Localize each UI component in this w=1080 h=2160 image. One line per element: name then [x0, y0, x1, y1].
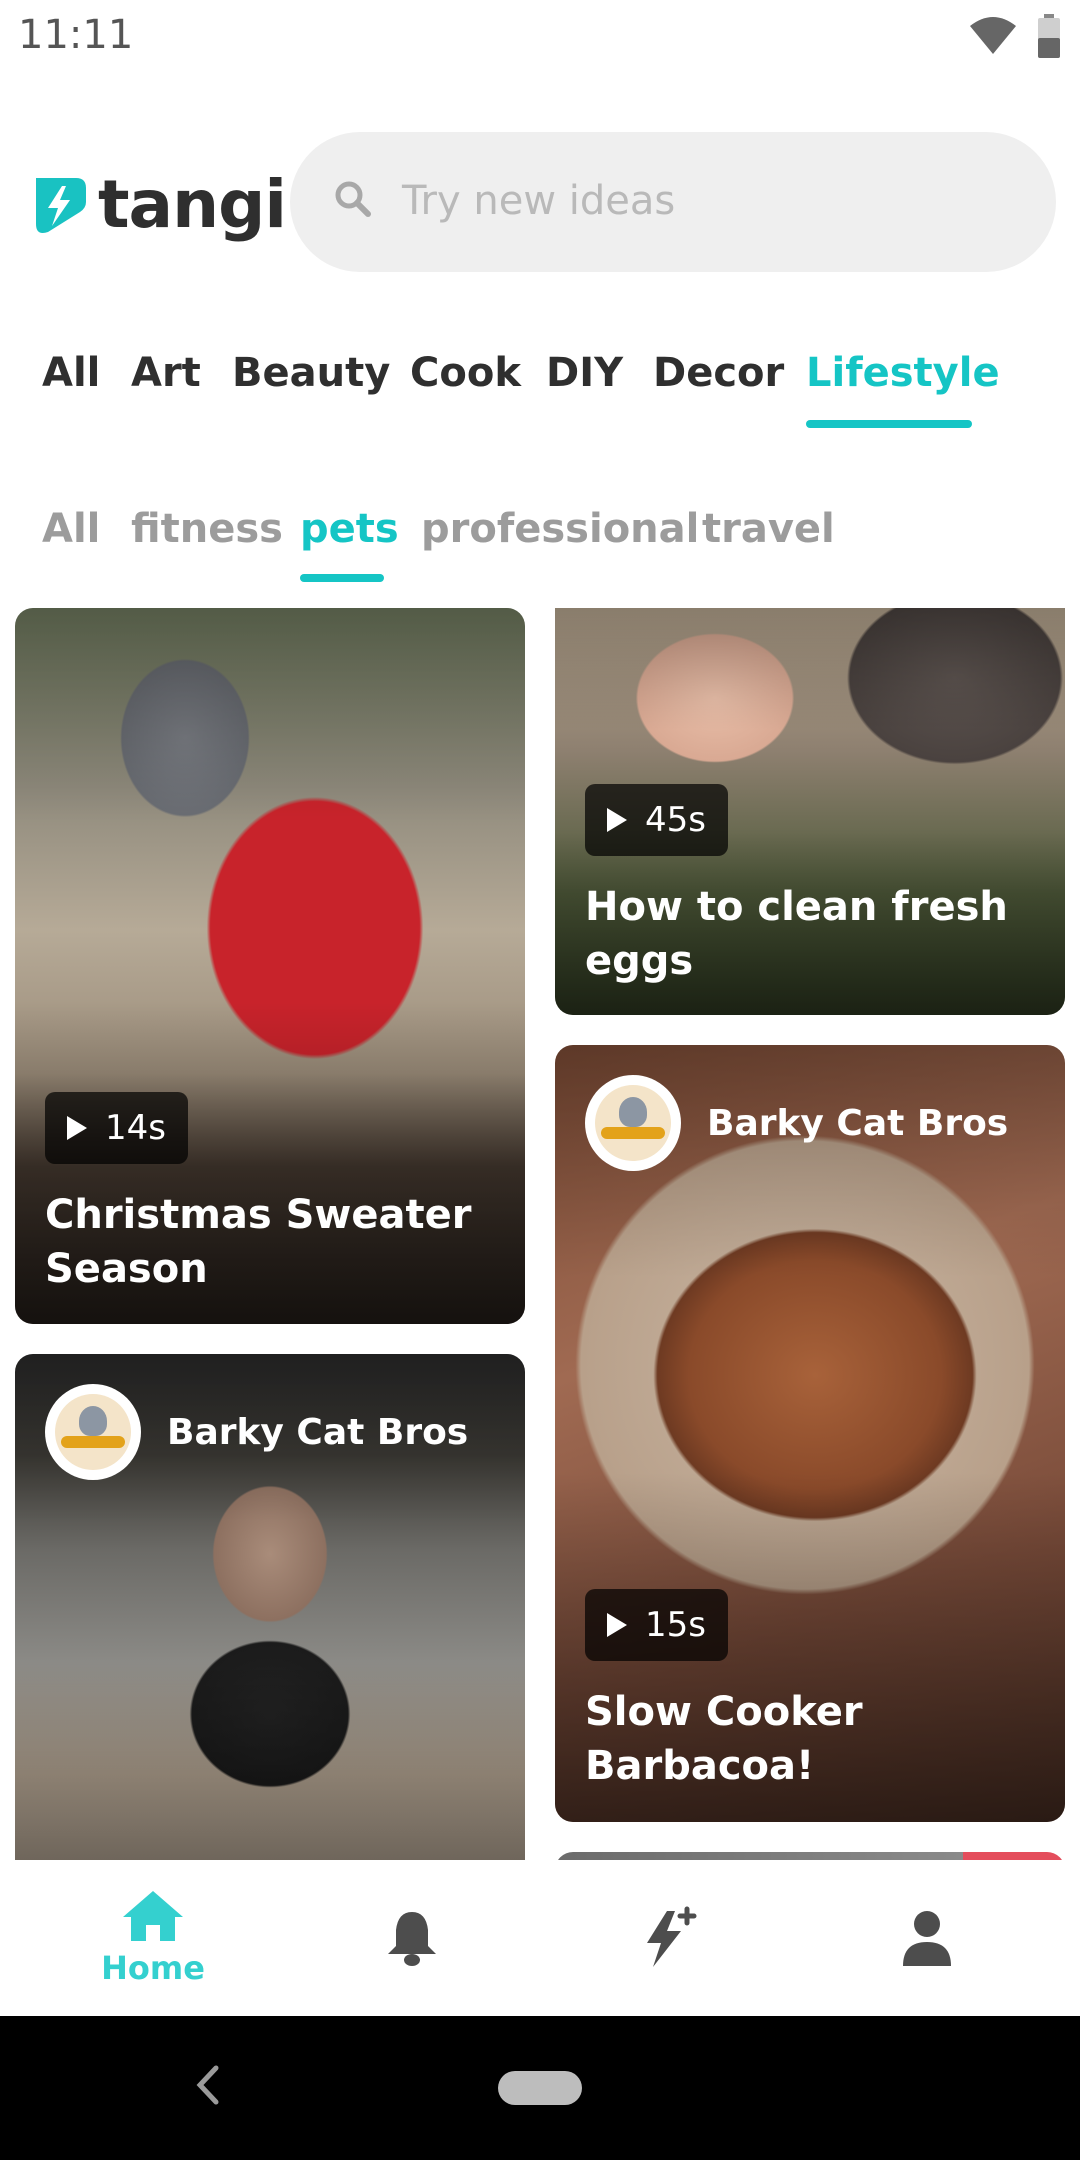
tab-art[interactable]: Art	[131, 350, 201, 396]
search-bar[interactable]: Try new ideas	[290, 132, 1056, 272]
subtab-professional[interactable]: professional	[421, 506, 699, 552]
bell-icon	[388, 1912, 436, 1966]
nav-home-label: Home	[101, 1949, 205, 1987]
subtab-all[interactable]: All	[42, 506, 100, 552]
status-bar: 11:11	[0, 0, 1080, 72]
author-row[interactable]: Barky Cat Bros	[45, 1384, 468, 1480]
author-name: Barky Cat Bros	[167, 1411, 469, 1453]
home-pill[interactable]	[498, 2071, 582, 2105]
lightning-plus-icon	[647, 1906, 697, 1967]
author-name: Barky Cat Bros	[707, 1102, 1009, 1144]
author-row[interactable]: Barky Cat Bros	[585, 1075, 1008, 1171]
back-icon[interactable]	[190, 2060, 224, 2110]
play-icon	[67, 1116, 87, 1140]
video-card-christmas-sweater[interactable]: 14s Christmas Sweater Season	[15, 608, 525, 1324]
subcategory-tabs: All fitness pets professional travel	[0, 506, 1080, 586]
duration-badge: 15s	[585, 1589, 728, 1661]
category-tabs: All Art Beauty Cook DIY Decor Lifestyle	[0, 350, 1080, 440]
video-feed[interactable]: 14s Christmas Sweater Season 45s How to …	[0, 608, 1080, 1860]
play-icon	[607, 808, 627, 832]
logo-text: tangi	[98, 166, 287, 243]
video-title: Slow Cooker Barbacoa!	[585, 1689, 863, 1789]
video-title: How to clean fresh eggs	[585, 884, 1008, 984]
active-subtab-indicator	[300, 574, 384, 582]
search-icon	[335, 181, 371, 217]
play-icon	[607, 1613, 627, 1637]
tangi-logo: tangi	[28, 166, 287, 243]
video-card-partial[interactable]	[555, 1852, 1065, 1860]
video-card-slow-cooker-barbacoa[interactable]: Barky Cat Bros 15s Slow Cooker Barbacoa!	[555, 1045, 1065, 1822]
duration-badge: 14s	[45, 1092, 188, 1164]
tab-lifestyle[interactable]: Lifestyle	[806, 350, 1000, 396]
nav-notifications[interactable]	[277, 1860, 547, 2016]
tab-decor[interactable]: Decor	[653, 350, 784, 396]
bottom-navigation: Home	[0, 1860, 1080, 2016]
search-placeholder: Try new ideas	[402, 178, 676, 224]
system-nav-bar	[0, 2016, 1080, 2160]
tab-cook[interactable]: Cook	[410, 350, 521, 396]
duration-badge: 45s	[585, 784, 728, 856]
tangi-logo-icon	[36, 177, 86, 233]
battery-icon	[1038, 14, 1060, 58]
tab-diy[interactable]: DIY	[546, 350, 623, 396]
subtab-fitness[interactable]: fitness	[131, 506, 283, 552]
nav-create[interactable]	[533, 1860, 803, 2016]
subtab-pets[interactable]: pets	[300, 506, 399, 552]
avatar[interactable]	[585, 1075, 681, 1171]
video-title: Christmas Sweater Season	[45, 1192, 472, 1292]
tab-all[interactable]: All	[42, 350, 100, 396]
video-card-clean-eggs[interactable]: 45s How to clean fresh eggs	[555, 608, 1065, 1015]
wifi-icon	[970, 17, 1016, 54]
avatar[interactable]	[45, 1384, 141, 1480]
video-card-bee-cat[interactable]: Barky Cat Bros	[15, 1354, 525, 1860]
status-time: 11:11	[18, 12, 134, 58]
tab-beauty[interactable]: Beauty	[232, 350, 390, 396]
nav-home[interactable]: Home	[18, 1860, 288, 2016]
active-tab-indicator	[806, 420, 972, 428]
subtab-travel[interactable]: travel	[702, 506, 835, 552]
nav-profile[interactable]	[792, 1860, 1062, 2016]
app-header: tangi Try new ideas	[0, 130, 1080, 272]
profile-icon	[903, 1911, 951, 1966]
home-icon	[123, 1891, 183, 1941]
